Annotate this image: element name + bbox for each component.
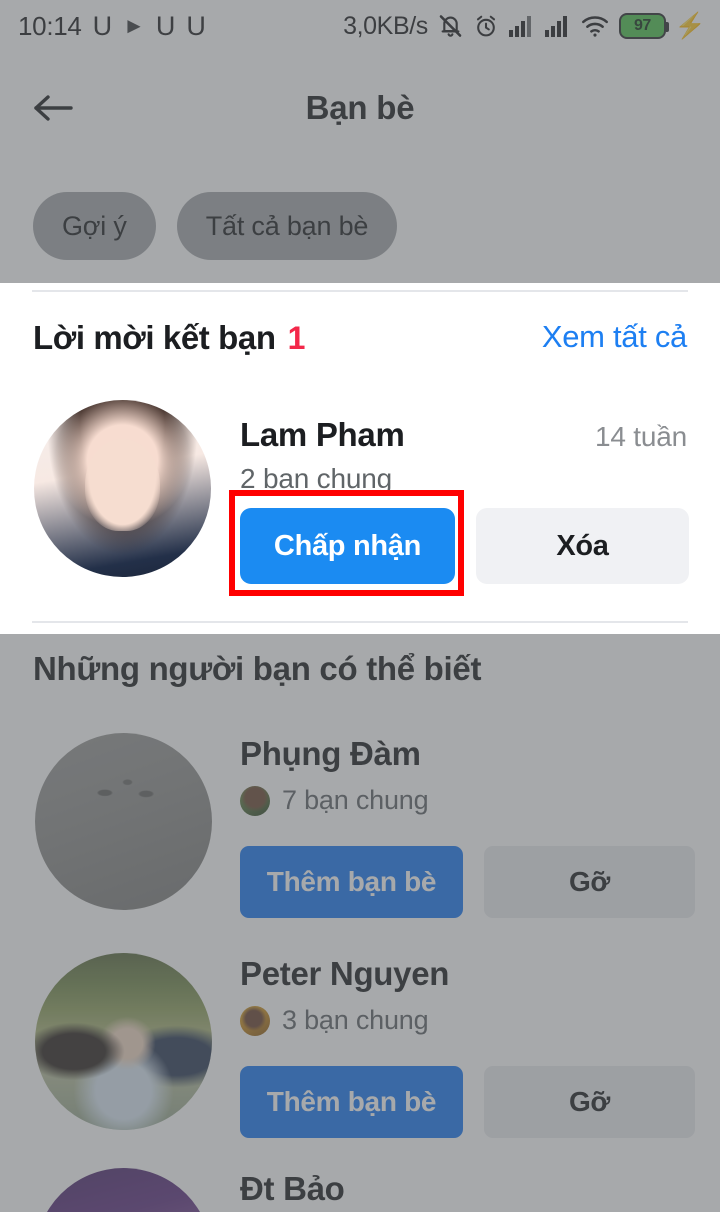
bell-muted-icon [437, 12, 464, 40]
status-bar-left: 10:14 U ► U U [18, 11, 206, 42]
u-glyph-icon: U [92, 10, 113, 41]
list-item[interactable]: Đt Bảo [0, 1168, 720, 1212]
status-clock: 10:14 [18, 10, 82, 41]
remove-suggestion-button[interactable]: Gỡ [484, 1066, 695, 1138]
chip-suggestions[interactable]: Gợi ý [33, 192, 156, 260]
mutual-friends-label: 7 bạn chung [282, 785, 429, 815]
request-person-name[interactable]: Lam Pham [240, 416, 405, 454]
peter-nguyen-avatar[interactable] [35, 953, 212, 1130]
mutual-friend-avatar [240, 1005, 270, 1036]
friend-requests-card: Lời mời kết bạn 1 Xem tất cả Lam Pham 14… [0, 283, 720, 634]
charging-bolt-icon: ⚡ [674, 11, 706, 40]
mutual-friend-avatar [240, 785, 270, 816]
alarm-clock-icon [473, 13, 499, 40]
suggestions-section-title: Những người bạn có thể biết [33, 650, 482, 687]
filter-chip-row: Gợi ý Tất cả bạn bè [0, 192, 720, 260]
friend-requests-title: Lời mời kết bạn [33, 319, 276, 356]
add-friend-button[interactable]: Thêm bạn bè [240, 1066, 463, 1138]
lam-pham-avatar[interactable] [34, 400, 211, 577]
phung-dam-avatar[interactable] [35, 733, 212, 910]
battery-level-label: 97 [633, 17, 651, 34]
list-item[interactable]: Phụng Đàm 7 bạn chung Thêm bạn bè Gỡ [0, 733, 720, 918]
back-arrow-icon[interactable] [26, 81, 80, 135]
chip-all-friends[interactable]: Tất cả bạn bè [176, 192, 398, 260]
divider [32, 621, 688, 623]
u-glyph-icon: U [186, 10, 206, 41]
network-speed-label: 3,0KB/s [343, 11, 428, 40]
person-name[interactable]: Phụng Đàm [240, 735, 421, 773]
accept-button[interactable]: Chấp nhận [240, 508, 455, 584]
person-actions: Thêm bạn bè Gỡ [240, 1066, 695, 1138]
person-actions: Thêm bạn bè Gỡ [240, 846, 695, 918]
status-bar: 10:14 U ► U U 3,0KB/s 97 ⚡ [0, 0, 720, 52]
wifi-icon [580, 14, 610, 38]
play-store-icon: ► [123, 13, 145, 38]
friend-requests-count-badge: 1 [287, 320, 306, 356]
dt-bao-avatar[interactable] [35, 1168, 212, 1212]
mutual-friends: 7 bạn chung [240, 785, 429, 816]
u-glyph-icon: U [155, 10, 176, 41]
request-timestamp: 14 tuần [594, 421, 687, 452]
divider [32, 290, 688, 292]
request-mutual-friends-label: 2 bạn chung [240, 463, 392, 494]
person-name[interactable]: Peter Nguyen [240, 955, 449, 993]
signal-bars-sim1-icon [508, 14, 535, 38]
list-item[interactable]: Peter Nguyen 3 bạn chung Thêm bạn bè Gỡ [0, 953, 720, 1138]
mutual-friends-label: 3 bạn chung [282, 1005, 429, 1035]
mutual-friends: 3 bạn chung [240, 1005, 429, 1036]
person-name[interactable]: Đt Bảo [240, 1170, 345, 1208]
app-header: Bạn bè [0, 52, 720, 164]
phone-screen: 10:14 U ► U U 3,0KB/s 97 ⚡ Bạn bè Gợi ý … [0, 0, 720, 1212]
signal-bars-sim2-icon [544, 14, 571, 38]
page-title: Bạn bè [305, 89, 415, 126]
request-actions: Chấp nhận Xóa [240, 508, 689, 584]
friend-requests-heading: Lời mời kết bạn 1 [33, 319, 305, 357]
battery-icon: 97 [618, 13, 669, 39]
status-bar-right: 3,0KB/s 97 ⚡ [343, 12, 706, 41]
add-friend-button[interactable]: Thêm bạn bè [240, 846, 463, 918]
remove-suggestion-button[interactable]: Gỡ [484, 846, 695, 918]
see-all-link[interactable]: Xem tất cả [542, 319, 687, 355]
delete-request-button[interactable]: Xóa [476, 508, 689, 584]
